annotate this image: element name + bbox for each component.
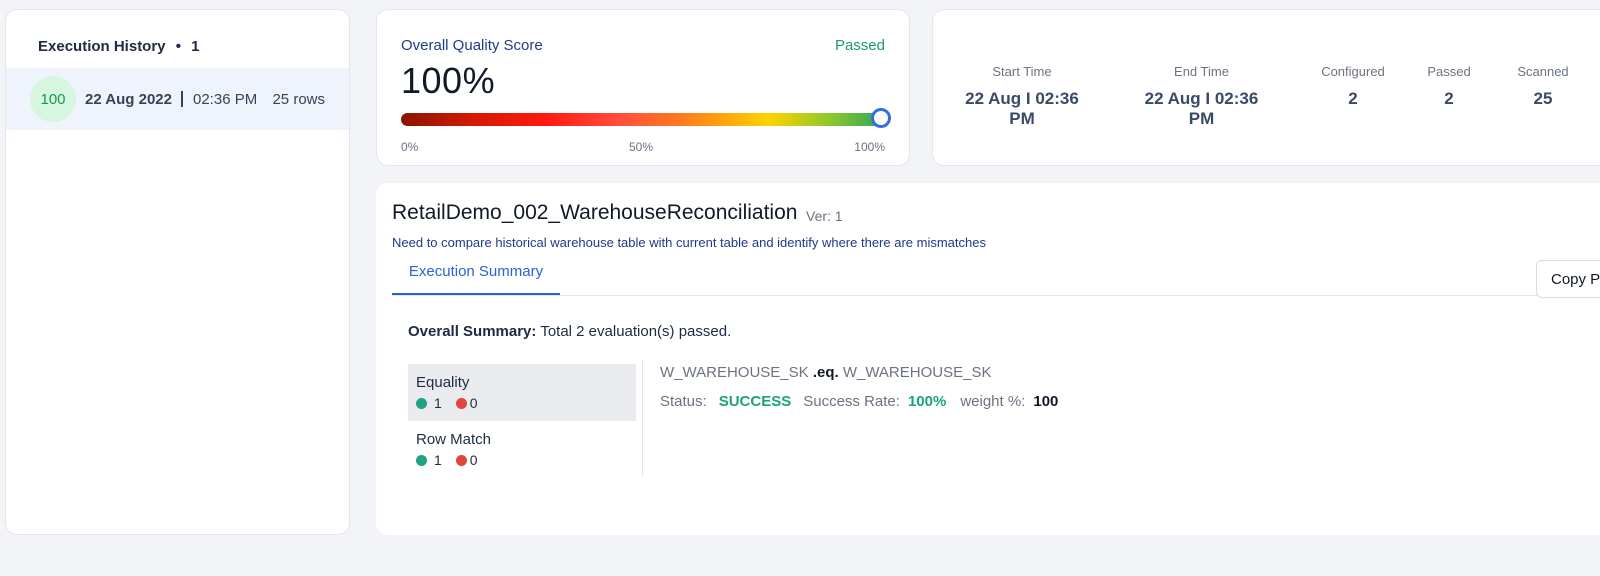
- history-rows: 25 rows: [272, 90, 325, 108]
- status-line: Status: SUCCESS Success Rate: 100% weigh…: [660, 393, 1058, 410]
- rule-counts: 1 0: [416, 452, 628, 468]
- stat-label: End Time: [1174, 64, 1229, 79]
- fail-dot-icon: [455, 454, 467, 466]
- status-value: SUCCESS: [718, 393, 792, 410]
- stat-start-time: Start Time 22 Aug I 02:36 PM: [957, 64, 1087, 129]
- stat-label: Passed: [1427, 64, 1471, 79]
- fail-count: 0: [469, 395, 478, 411]
- tab-execution-summary[interactable]: Execution Summary: [392, 250, 560, 295]
- rule-item-row-match[interactable]: Row Match 1 0: [408, 421, 636, 478]
- stat-value: 2: [1348, 89, 1358, 108]
- stat-value: 22 Aug I 02:36 PM: [1144, 89, 1259, 128]
- rule-name: Equality: [416, 374, 470, 391]
- pass-count: 1: [434, 452, 442, 468]
- quality-status: Passed: [834, 37, 885, 54]
- tick-label-100: 100%: [854, 140, 885, 154]
- pass-dot-icon: [416, 454, 427, 466]
- quality-slider-knob: [871, 108, 891, 128]
- history-time: 02:36 PM: [193, 90, 258, 108]
- rule-details-card: RetailDemo_002_WarehouseReconciliation V…: [376, 183, 1600, 535]
- stat-value: 25: [1533, 89, 1553, 108]
- history-date: 22 Aug 2022: [85, 90, 172, 108]
- vertical-divider: [642, 360, 643, 477]
- stat-label: Configured: [1321, 64, 1385, 79]
- success-rate-value: 100%: [907, 393, 947, 410]
- left-field: W_WAREHOUSE_SK: [660, 364, 809, 381]
- stat-scanned: Scanned 25: [1513, 64, 1573, 109]
- execution-history-count: 1: [191, 38, 200, 55]
- rule-name: Row Match: [416, 431, 492, 448]
- rule-counts: 1 0: [416, 395, 628, 411]
- quality-gradient-bar: [401, 113, 885, 126]
- date-time-divider: [181, 91, 183, 107]
- summary-text: Total 2 evaluation(s) passed.: [540, 323, 732, 340]
- weight-label: weight %:: [960, 393, 1026, 410]
- tick-label-0: 0%: [401, 140, 419, 154]
- stat-passed: Passed 2: [1419, 64, 1479, 109]
- execution-stats-card: Start Time 22 Aug I 02:36 PM End Time 22…: [932, 9, 1600, 166]
- stat-label: Start Time: [992, 64, 1052, 79]
- pass-count: 1: [434, 395, 442, 411]
- fail-count: 0: [469, 452, 478, 468]
- operator: .eq.: [812, 364, 839, 381]
- summary-label: Overall Summary:: [408, 323, 537, 340]
- stat-end-time: End Time 22 Aug I 02:36 PM: [1134, 64, 1269, 129]
- execution-history-panel: Execution History • 1 100 22 Aug 2022 02…: [5, 9, 350, 535]
- overall-summary: Overall Summary: Total 2 evaluation(s) p…: [408, 323, 731, 340]
- fail-dot-icon: [455, 397, 467, 409]
- score-badge: 100: [30, 76, 76, 122]
- status-label: Status:: [660, 393, 707, 410]
- rule-list: Equality 1 0 Row Match 1 0: [408, 364, 636, 478]
- rule-description: Need to compare historical warehouse tab…: [392, 235, 986, 250]
- tick-label-50: 50%: [629, 140, 654, 154]
- quality-score-label: Overall Quality Score: [401, 37, 543, 54]
- rule-item-equality[interactable]: Equality 1 0: [408, 364, 636, 421]
- rule-detail: W_WAREHOUSE_SK .eq. W_WAREHOUSE_SK Statu…: [660, 364, 1058, 410]
- tab-divider: [392, 295, 1600, 296]
- execution-history-header: Execution History • 1: [38, 38, 199, 55]
- stat-configured: Configured 2: [1313, 64, 1393, 109]
- execution-history-title: Execution History: [38, 38, 166, 55]
- stat-value: 22 Aug I 02:36 PM: [965, 89, 1079, 128]
- rule-title: RetailDemo_002_WarehouseReconciliation: [392, 201, 798, 224]
- separator-dot: •: [175, 38, 181, 55]
- success-rate-label: Success Rate:: [803, 393, 900, 410]
- history-list-item[interactable]: 100 22 Aug 2022 02:36 PM 25 rows: [6, 68, 349, 130]
- rule-expression: W_WAREHOUSE_SK .eq. W_WAREHOUSE_SK: [660, 364, 1058, 381]
- stat-value: 2: [1444, 89, 1454, 108]
- stat-label: Scanned: [1517, 64, 1569, 79]
- right-field: W_WAREHOUSE_SK: [842, 364, 992, 381]
- copy-button[interactable]: Copy Pe: [1536, 260, 1600, 298]
- pass-dot-icon: [416, 397, 427, 409]
- quality-score-card: Overall Quality Score Passed 100% 0% 50%…: [376, 9, 910, 166]
- rule-version: Ver: 1: [806, 208, 843, 224]
- quality-score-value: 100%: [401, 60, 496, 101]
- weight-value: 100: [1033, 393, 1059, 410]
